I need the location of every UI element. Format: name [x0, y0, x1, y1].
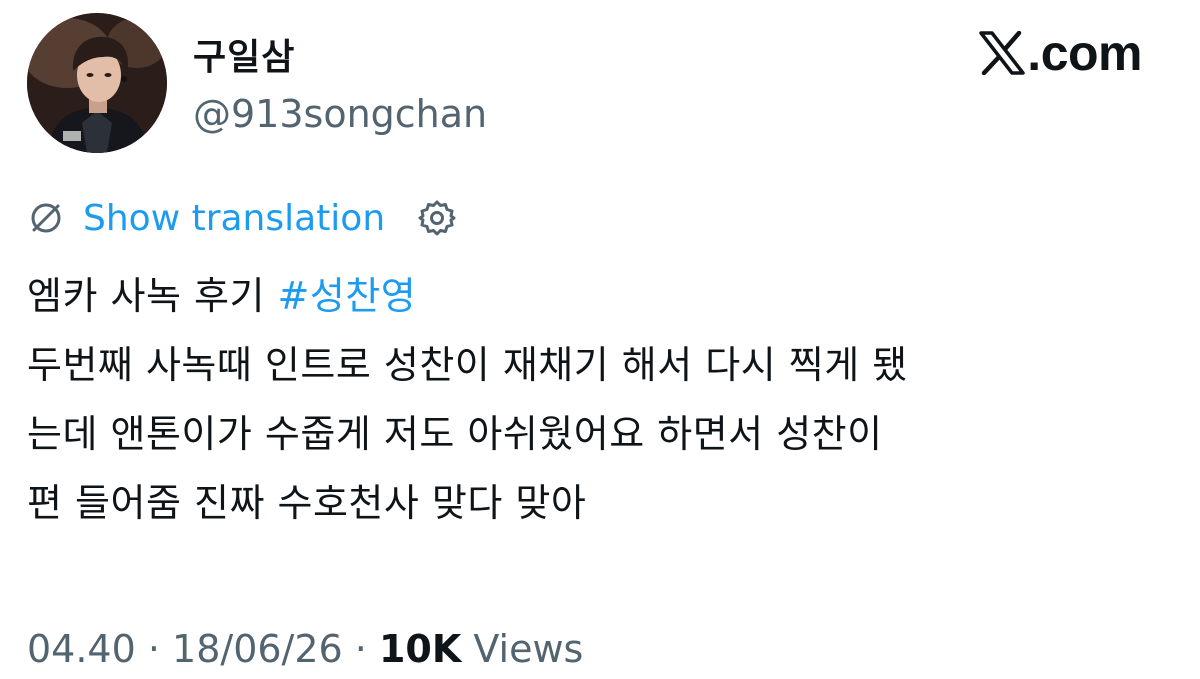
views-label: Views — [461, 627, 584, 671]
user-handle[interactable]: @913songchan — [193, 92, 487, 136]
tweet-line-1: 엠카 사녹 후기 #성찬영 — [27, 262, 1177, 331]
tweet-line-1-text: 엠카 사녹 후기 — [27, 274, 278, 318]
tweet-line-2: 두번째 사녹때 인트로 성찬이 재채기 해서 다시 찍게 됐 — [27, 343, 908, 387]
show-translation-link[interactable]: Show translation — [83, 198, 385, 239]
x-logo-icon — [979, 31, 1026, 75]
brand-label: .com — [1027, 25, 1142, 81]
tweet-line-4: 편 들어줌 진짜 수호천사 맞다 맞아 — [27, 481, 587, 525]
translate-icon — [31, 203, 61, 233]
tweet-time[interactable]: 04.40 — [27, 627, 136, 671]
avatar[interactable] — [27, 13, 167, 153]
gear-icon[interactable] — [417, 198, 457, 238]
avatar-image — [27, 13, 167, 153]
tweet-date[interactable]: 18/06/26 — [172, 627, 343, 671]
meta-separator: · — [135, 627, 173, 671]
brand-watermark: .com — [979, 28, 1142, 78]
tweet-line-3: 는데 앤톤이가 수줍게 저도 아쉬웠어요 하면서 성찬이 — [27, 412, 883, 456]
hashtag-link[interactable]: #성찬영 — [278, 274, 417, 318]
tweet-meta: 04.40 · 18/06/26 · 10K Views — [27, 627, 583, 671]
translation-row: Show translation — [27, 193, 457, 243]
views-count[interactable]: 10K — [379, 627, 461, 671]
display-name[interactable]: 구일삼 — [193, 28, 295, 80]
tweet-text: 엠카 사녹 후기 #성찬영 두번째 사녹때 인트로 성찬이 재채기 해서 다시 … — [27, 262, 1177, 538]
meta-separator: · — [342, 627, 379, 671]
